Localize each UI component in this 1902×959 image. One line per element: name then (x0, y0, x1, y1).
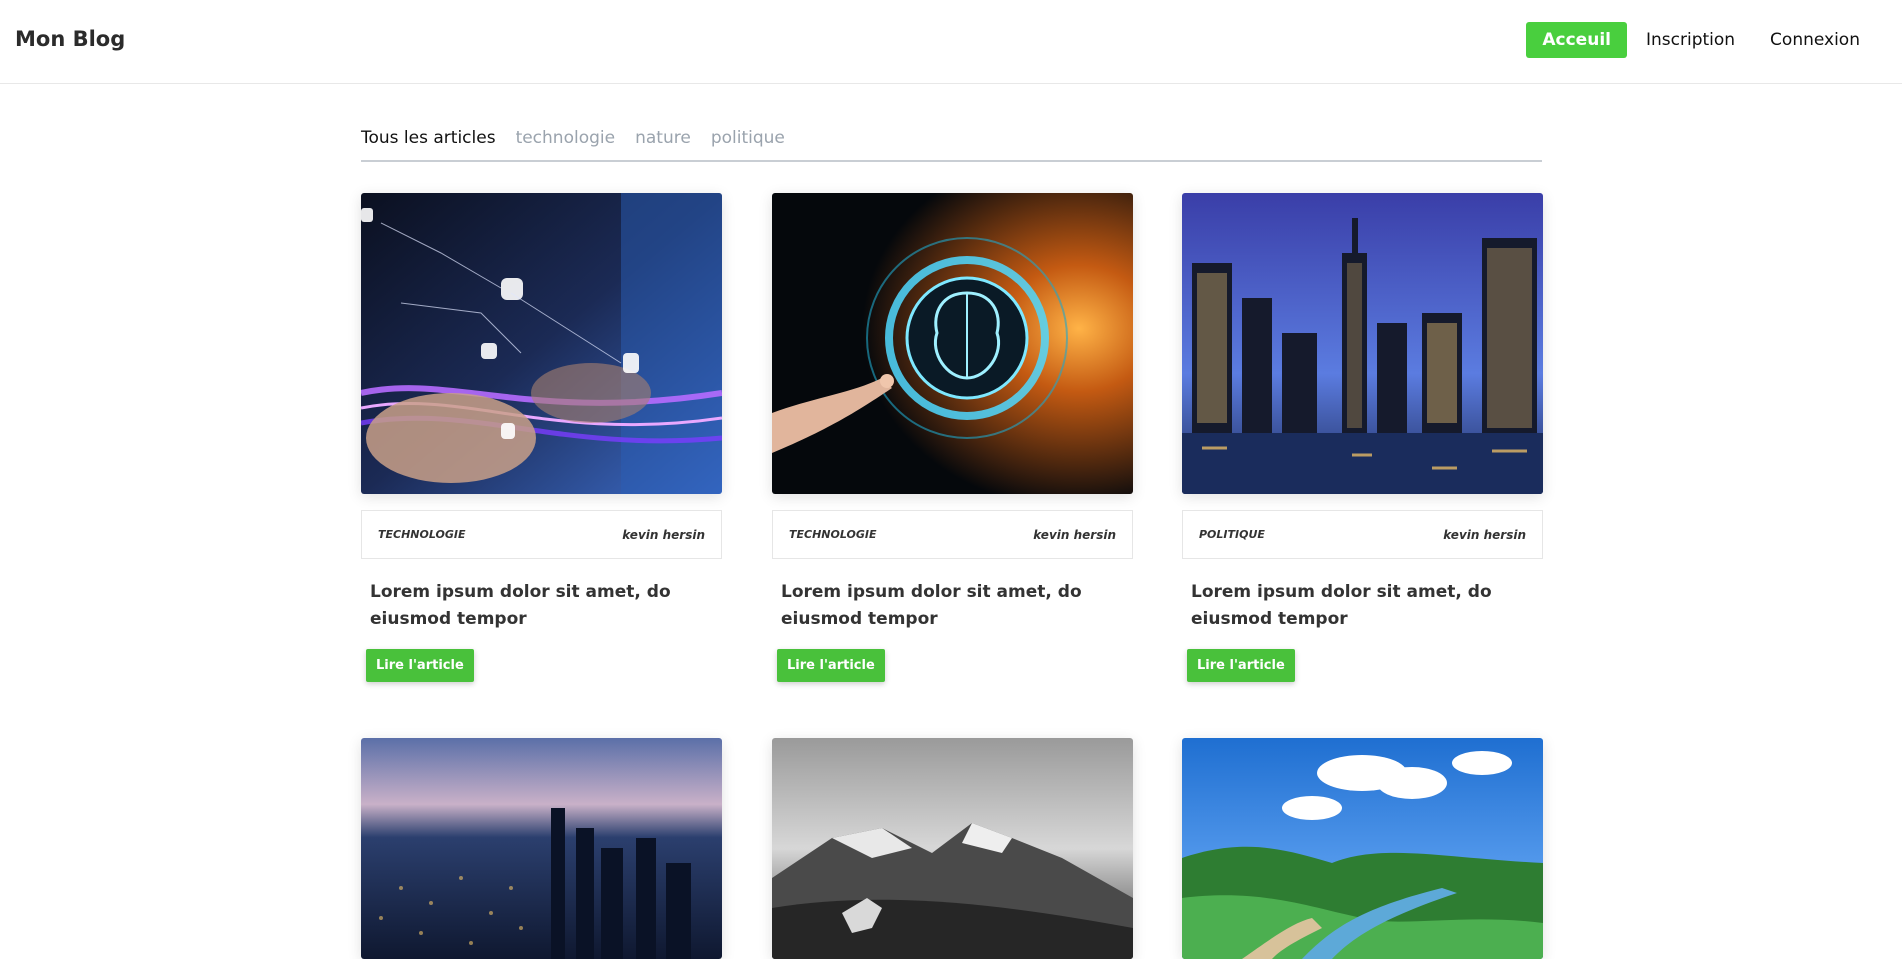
author-name[interactable]: kevin hersin (1033, 528, 1116, 542)
tab-nature[interactable]: nature (635, 128, 691, 160)
category-label[interactable]: POLITIQUE (1199, 528, 1265, 541)
article-meta: TECHNOLOGIE kevin hersin (772, 510, 1133, 559)
article-image[interactable] (1182, 193, 1543, 494)
read-article-button[interactable]: Lire l'article (1187, 649, 1295, 682)
article-meta: POLITIQUE kevin hersin (1182, 510, 1543, 559)
nav-connexion[interactable]: Connexion (1754, 22, 1876, 58)
article-title[interactable]: Lorem ipsum dolor sit amet, do eiusmod t… (772, 579, 1133, 633)
nav-inscription[interactable]: Inscription (1630, 22, 1751, 58)
article-card: TECHNOLOGIE kevin hersin Lorem ipsum dol… (772, 193, 1133, 682)
tab-technologie[interactable]: technologie (516, 128, 616, 160)
article-title[interactable]: Lorem ipsum dolor sit amet, do eiusmod t… (361, 579, 722, 633)
article-card (772, 738, 1133, 959)
article-meta: TECHNOLOGIE kevin hersin (361, 510, 722, 559)
category-tabs: Tous les articles technologie nature pol… (361, 128, 1542, 162)
article-card: TECHNOLOGIE kevin hersin Lorem ipsum dol… (361, 193, 722, 682)
article-card (361, 738, 722, 959)
read-article-button[interactable]: Lire l'article (777, 649, 885, 682)
author-name[interactable]: kevin hersin (1443, 528, 1526, 542)
top-navbar: Mon Blog Acceuil Inscription Connexion (0, 0, 1902, 84)
article-image[interactable] (1182, 738, 1543, 959)
category-label[interactable]: TECHNOLOGIE (378, 528, 465, 541)
nav-acceuil[interactable]: Acceuil (1526, 22, 1627, 58)
tab-all-articles[interactable]: Tous les articles (361, 128, 496, 160)
main-nav: Acceuil Inscription Connexion (1523, 22, 1876, 58)
tab-politique[interactable]: politique (711, 128, 785, 160)
article-card: POLITIQUE kevin hersin Lorem ipsum dolor… (1182, 193, 1543, 682)
brand-logo[interactable]: Mon Blog (15, 27, 125, 51)
article-image[interactable] (361, 738, 722, 959)
read-article-button[interactable]: Lire l'article (366, 649, 474, 682)
article-title[interactable]: Lorem ipsum dolor sit amet, do eiusmod t… (1182, 579, 1543, 633)
article-image[interactable] (772, 738, 1133, 959)
article-image[interactable] (361, 193, 722, 494)
category-label[interactable]: TECHNOLOGIE (789, 528, 876, 541)
author-name[interactable]: kevin hersin (622, 528, 705, 542)
article-image[interactable] (772, 193, 1133, 494)
article-card (1182, 738, 1543, 959)
